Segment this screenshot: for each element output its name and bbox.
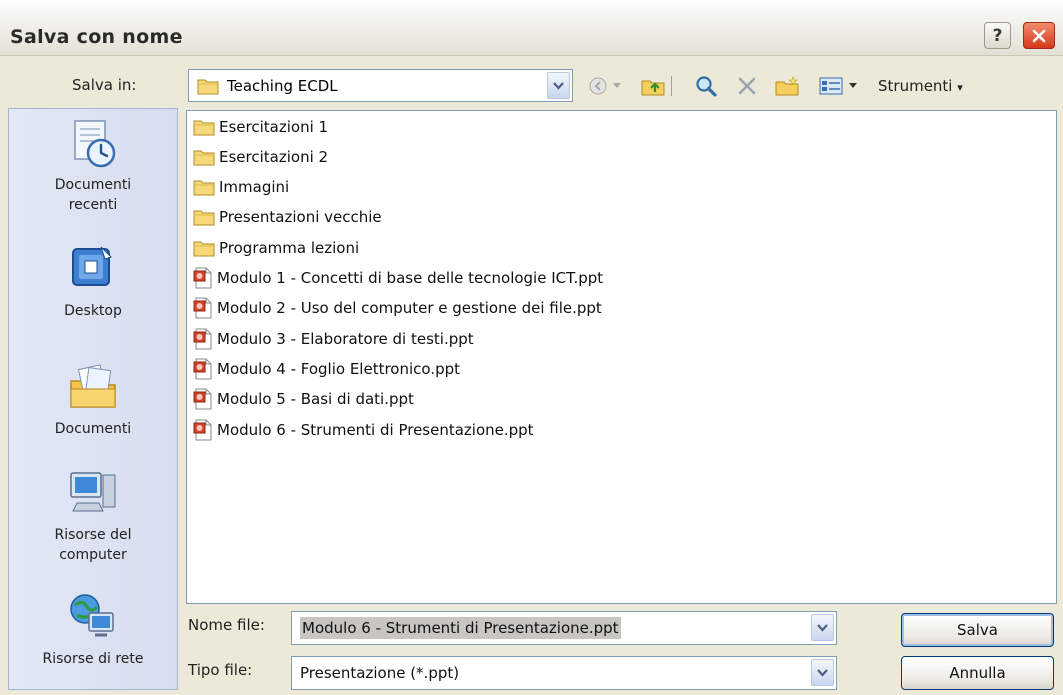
list-item-label: Modulo 2 - Uso del computer e gestione d… — [217, 299, 602, 318]
save-in-label: Salva in: — [72, 76, 137, 94]
folder-icon — [193, 178, 215, 196]
chevron-down-icon — [817, 668, 828, 677]
list-item-label: Esercitazioni 1 — [219, 117, 329, 136]
powerpoint-file-icon — [193, 328, 213, 350]
folder-list-item[interactable]: Esercitazioni 1 — [193, 113, 328, 140]
list-item-label: Modulo 4 - Foglio Elettronico.ppt — [217, 359, 461, 378]
filename-value: Modulo 6 - Strumenti di Presentazione.pp… — [300, 617, 621, 639]
close-icon — [1032, 29, 1046, 42]
folder-up-icon — [641, 80, 665, 96]
place-desktop[interactable]: Desktop — [9, 243, 177, 321]
folder-list-item[interactable]: Immagini — [193, 174, 289, 201]
search-web-icon — [696, 76, 717, 97]
network-icon — [67, 591, 119, 643]
my-computer-icon — [67, 467, 119, 519]
recent-documents-icon — [67, 117, 119, 169]
file-list-item[interactable]: Modulo 3 - Elaboratore di testi.ppt — [193, 325, 474, 352]
place-label: computer — [59, 547, 127, 563]
back-dropdown-button[interactable] — [610, 74, 624, 98]
powerpoint-file-icon — [193, 297, 213, 319]
place-label: Risorse del — [54, 527, 132, 543]
delete-icon — [738, 77, 756, 95]
file-list-item[interactable]: Modulo 2 - Uso del computer e gestione d… — [193, 295, 602, 322]
cancel-button[interactable]: Annulla — [901, 656, 1054, 690]
save-button[interactable]: Salva — [901, 613, 1054, 647]
folder-icon — [193, 208, 215, 226]
file-list-item[interactable]: Modulo 1 - Concetti di base delle tecnol… — [193, 265, 603, 292]
chevron-down-icon — [849, 83, 857, 88]
my-documents-icon — [67, 361, 119, 413]
powerpoint-file-icon — [193, 388, 213, 410]
back-button[interactable] — [585, 74, 611, 98]
list-item-label: Modulo 1 - Concetti di base delle tecnol… — [217, 269, 604, 287]
file-list[interactable]: Esercitazioni 1 Esercitazioni 2 Immagini Pr… — [186, 110, 1057, 604]
chevron-down-icon — [553, 81, 564, 90]
folder-list-item[interactable]: Programma lezioni — [193, 234, 359, 261]
folder-list-item[interactable]: Esercitazioni 2 — [193, 143, 328, 170]
save-in-dropdown-arrow[interactable] — [547, 72, 570, 99]
place-label: Risorse di rete — [42, 651, 144, 667]
desktop-icon — [67, 243, 119, 295]
file-list-item[interactable]: Modulo 6 - Strumenti di Presentazione.pp… — [193, 416, 534, 443]
search-web-button[interactable] — [693, 74, 719, 98]
save-in-dropdown[interactable]: Teaching ECDL — [188, 69, 573, 102]
folder-icon — [193, 118, 215, 136]
powerpoint-file-icon — [193, 267, 213, 289]
filename-label: Nome file: — [188, 616, 265, 634]
window-title: Salva con nome — [10, 26, 183, 48]
filename-dropdown-arrow[interactable] — [811, 614, 834, 641]
save-in-value: Teaching ECDL — [227, 76, 338, 95]
filetype-value: Presentazione (*.ppt) — [300, 664, 460, 682]
list-item-label: Esercitazioni 2 — [219, 147, 329, 166]
folder-icon — [193, 148, 215, 166]
places-bar: Documenti recenti Desktop Documenti Riso… — [8, 108, 178, 690]
filetype-label: Tipo file: — [188, 661, 253, 679]
list-item-label: Modulo 6 - Strumenti di Presentazione.pp… — [217, 420, 534, 439]
folder-icon — [197, 77, 219, 95]
views-dropdown-button[interactable] — [846, 74, 860, 98]
new-folder-icon — [775, 76, 799, 96]
help-button[interactable]: ? — [984, 22, 1011, 49]
tools-menu-label: Strumenti — [878, 77, 953, 95]
question-mark-icon: ? — [992, 25, 1003, 46]
up-one-level-button[interactable] — [640, 74, 666, 98]
powerpoint-file-icon — [193, 358, 213, 380]
list-item-label: Modulo 3 - Elaboratore di testi.ppt — [217, 329, 474, 348]
filetype-dropdown-arrow[interactable] — [811, 659, 834, 686]
place-label: Documenti — [54, 177, 132, 193]
title-bar[interactable]: Salva con nome ? — [0, 0, 1063, 56]
back-icon — [589, 77, 607, 95]
views-icon — [819, 77, 843, 95]
delete-button[interactable] — [734, 74, 760, 98]
folder-icon — [193, 239, 215, 257]
place-label: Desktop — [64, 303, 122, 319]
file-list-item[interactable]: Modulo 4 - Foglio Elettronico.ppt — [193, 355, 460, 382]
close-button[interactable] — [1023, 22, 1055, 49]
list-item-label: Immagini — [219, 178, 290, 197]
place-label: recenti — [68, 197, 118, 213]
place-network[interactable]: Risorse di rete — [9, 591, 177, 669]
powerpoint-file-icon — [193, 419, 213, 441]
chevron-down-icon — [817, 623, 828, 632]
file-list-item[interactable]: Modulo 5 - Basi di dati.ppt — [193, 386, 414, 413]
views-button[interactable] — [818, 74, 844, 98]
place-recent-documents[interactable]: Documenti recenti — [9, 117, 177, 215]
place-label: Documenti — [54, 421, 132, 437]
caret-down-icon: ▾ — [957, 81, 963, 94]
list-item-label: Modulo 5 - Basi di dati.ppt — [217, 390, 414, 409]
list-item-label: Programma lezioni — [219, 238, 360, 257]
chevron-down-icon — [613, 83, 621, 88]
toolbar-separator — [668, 74, 674, 98]
new-folder-button[interactable] — [774, 74, 800, 98]
tools-menu[interactable]: Strumenti ▾ — [878, 77, 963, 95]
filename-input[interactable]: Modulo 6 - Strumenti di Presentazione.pp… — [291, 611, 837, 645]
place-my-documents[interactable]: Documenti — [9, 361, 177, 439]
folder-list-item[interactable]: Presentazioni vecchie — [193, 204, 382, 231]
filetype-select[interactable]: Presentazione (*.ppt) — [291, 656, 837, 690]
list-item-label: Presentazioni vecchie — [219, 208, 382, 227]
place-my-computer[interactable]: Risorse del computer — [9, 467, 177, 565]
